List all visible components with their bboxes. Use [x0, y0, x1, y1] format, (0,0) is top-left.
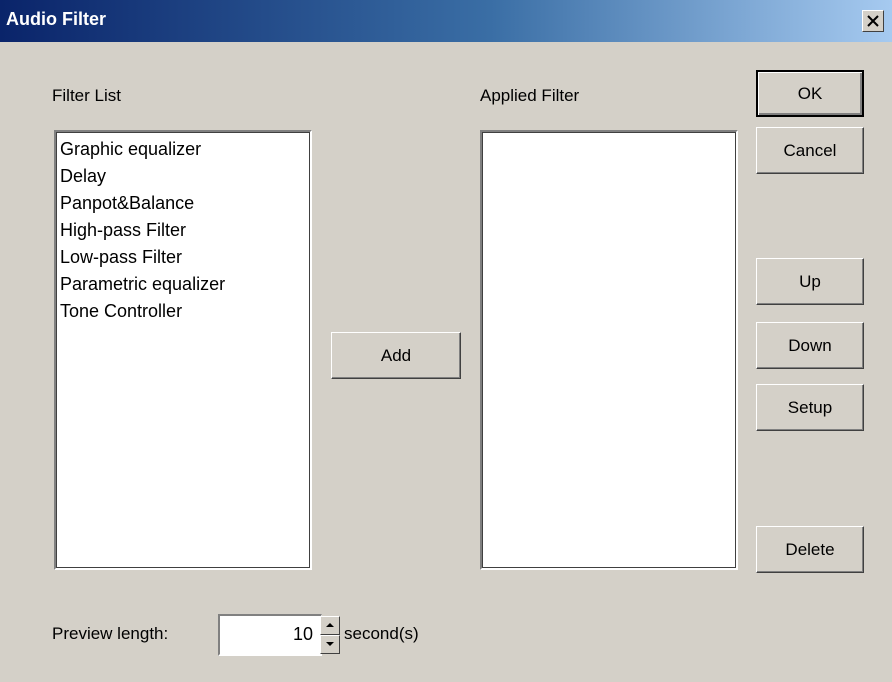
- list-item[interactable]: Graphic equalizer: [60, 136, 310, 163]
- preview-length-label: Preview length:: [52, 624, 169, 643]
- spin-down-button[interactable]: [320, 635, 340, 654]
- title-bar[interactable]: Audio Filter: [0, 0, 892, 42]
- spin-up-button[interactable]: [320, 616, 340, 635]
- cancel-button[interactable]: Cancel: [756, 127, 864, 174]
- up-button[interactable]: Up: [756, 258, 864, 305]
- arrow-down-icon: [326, 642, 334, 646]
- applied-filter-box[interactable]: [480, 130, 738, 570]
- close-button[interactable]: [862, 10, 884, 32]
- list-item[interactable]: Delay: [60, 163, 310, 190]
- down-button[interactable]: Down: [756, 322, 864, 369]
- list-item[interactable]: Parametric equalizer: [60, 271, 310, 298]
- applied-filter-label: Applied Filter: [480, 86, 580, 105]
- preview-length-spinner[interactable]: 10: [218, 614, 340, 656]
- list-item[interactable]: Panpot&Balance: [60, 190, 310, 217]
- setup-button[interactable]: Setup: [756, 384, 864, 431]
- list-item[interactable]: High-pass Filter: [60, 217, 310, 244]
- add-button[interactable]: Add: [331, 332, 461, 379]
- filter-list-box[interactable]: Graphic equalizer Delay Panpot&Balance High…: [54, 130, 312, 570]
- list-item[interactable]: Low-pass Filter: [60, 244, 310, 271]
- preview-length-input[interactable]: 10: [218, 614, 322, 656]
- ok-button[interactable]: OK: [756, 70, 864, 117]
- delete-button[interactable]: Delete: [756, 526, 864, 573]
- close-icon: [867, 15, 879, 27]
- filter-list-label: Filter List: [52, 86, 121, 105]
- window-title: Audio Filter: [6, 9, 106, 29]
- list-item[interactable]: Tone Controller: [60, 298, 310, 325]
- preview-unit-label: second(s): [344, 624, 419, 643]
- arrow-up-icon: [326, 623, 334, 627]
